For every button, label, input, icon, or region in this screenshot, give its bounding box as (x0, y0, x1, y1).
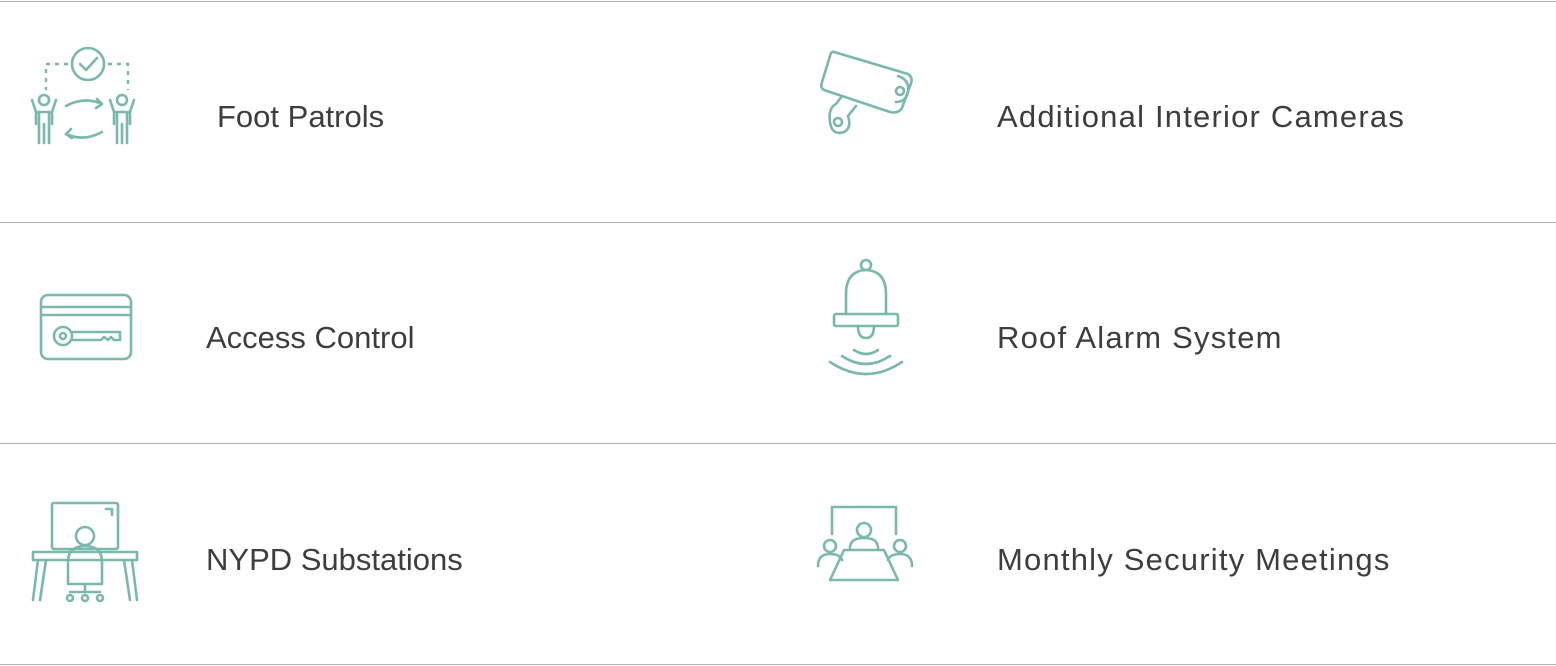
divider-row-1 (0, 222, 1556, 223)
security-features-grid: Foot Patrols Additional Interior Cameras (0, 0, 1556, 666)
workstation-icon (30, 500, 140, 604)
feature-label: Roof Alarm System (997, 320, 1283, 355)
divider-bottom (0, 664, 1556, 665)
patrol-icon (28, 40, 148, 150)
meeting-icon (816, 504, 916, 584)
security-camera-icon (818, 46, 918, 141)
key-card-icon (38, 292, 134, 362)
divider-top (0, 1, 1556, 2)
alarm-bell-icon (824, 256, 908, 384)
feature-label: Foot Patrols (217, 99, 385, 134)
feature-label: NYPD Substations (206, 542, 463, 577)
divider-row-2 (0, 443, 1556, 444)
feature-label: Access Control (206, 320, 415, 355)
feature-label: Additional Interior Cameras (997, 99, 1406, 134)
feature-label: Monthly Security Meetings (997, 542, 1391, 577)
